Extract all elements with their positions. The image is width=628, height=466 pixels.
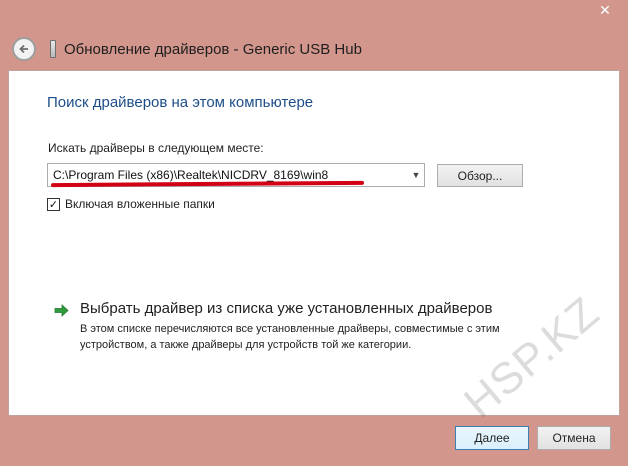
- cancel-button[interactable]: Отмена: [537, 426, 611, 450]
- include-subfolders-checkbox[interactable]: ✓: [47, 197, 60, 211]
- window-title: Обновление драйверов - Generic USB Hub: [64, 40, 362, 58]
- title-bar: Обновление драйверов - Generic USB Hub: [8, 28, 620, 70]
- wizard-content: Поиск драйверов на этом компьютере Искат…: [8, 70, 620, 416]
- pick-from-list-description: В этом списке перечисляются все установл…: [80, 323, 500, 351]
- close-button[interactable]: ✕: [588, 0, 622, 22]
- browse-button[interactable]: Обзор...: [437, 164, 523, 187]
- back-arrow-icon: [19, 44, 28, 54]
- usb-device-icon: [50, 40, 56, 58]
- back-button[interactable]: [12, 37, 36, 61]
- pick-from-list-option[interactable]: Выбрать драйвер из списка уже установлен…: [53, 300, 560, 353]
- chevron-down-icon[interactable]: ▼: [408, 164, 424, 186]
- search-location-label: Искать драйверы в следующем месте:: [48, 141, 264, 155]
- search-path-value[interactable]: C:\Program Files (x86)\Realtek\NICDRV_81…: [48, 168, 328, 182]
- green-arrow-icon: [54, 304, 69, 317]
- page-heading: Поиск драйверов на этом компьютере: [47, 94, 314, 111]
- include-subfolders-row[interactable]: ✓ Включая вложенные папки: [47, 197, 215, 211]
- pick-from-list-title[interactable]: Выбрать драйвер из списка уже установлен…: [80, 300, 560, 317]
- close-icon: ✕: [599, 3, 611, 19]
- include-subfolders-label[interactable]: Включая вложенные папки: [65, 197, 215, 211]
- next-button[interactable]: Далее: [455, 426, 529, 450]
